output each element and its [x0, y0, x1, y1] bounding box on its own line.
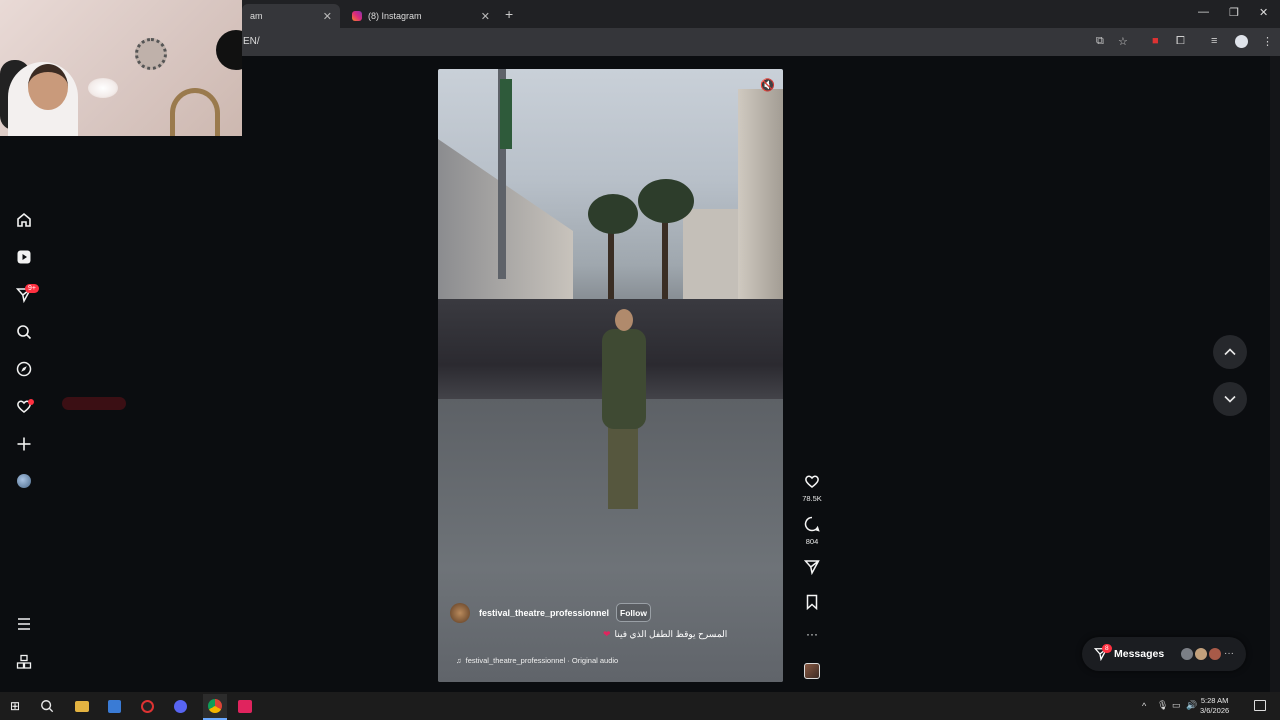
messages-label: Messages — [1114, 648, 1165, 660]
meta-apps-icon[interactable] — [14, 652, 34, 672]
tab-title: am — [250, 11, 263, 21]
conversation-avatar — [1180, 647, 1194, 661]
extensions-puzzle-icon[interactable]: ⧠ — [1176, 35, 1185, 48]
app-icon[interactable] — [141, 700, 154, 713]
search-icon[interactable] — [14, 322, 34, 342]
audio-label: festival_theatre_professionnel · Origina… — [465, 656, 619, 665]
bookmark-icon — [806, 594, 818, 611]
microphone-icon[interactable]: 🎙 — [1157, 700, 1168, 711]
notification-dot — [28, 399, 34, 405]
flag — [500, 79, 512, 149]
url-text[interactable]: EN/ — [243, 36, 260, 47]
wall-mirror — [135, 38, 167, 70]
audio-thumbnail[interactable] — [804, 663, 820, 679]
audio-link[interactable]: ♫ festival_theatre_professionnel · Origi… — [456, 656, 618, 665]
comment-count: 804 — [805, 537, 819, 546]
new-tab-button[interactable]: + — [505, 6, 513, 22]
share-button[interactable] — [801, 559, 823, 580]
profile-avatar-icon[interactable] — [1235, 35, 1248, 48]
mute-icon[interactable]: 🔇 — [760, 78, 775, 92]
man-jacket — [602, 329, 646, 429]
more-conversations-icon: ··· — [1224, 648, 1234, 659]
kebab-menu-icon[interactable]: ⋮ — [1262, 35, 1273, 48]
ceiling-light — [88, 78, 118, 98]
tab-title: (8) Instagram — [368, 11, 422, 21]
install-app-icon[interactable]: ⧉ — [1096, 35, 1104, 48]
messages-badge: 8 — [1102, 644, 1112, 653]
previous-reel-button[interactable] — [1213, 335, 1247, 369]
notification-pill — [62, 397, 126, 410]
man-legs — [608, 427, 638, 509]
chevron-up-icon — [1224, 348, 1236, 356]
reel-caption: المسرح يوقظ الطفل الذي فينا ❤ — [603, 629, 727, 640]
close-tab-icon[interactable]: ✕ — [481, 10, 490, 23]
reel-video[interactable] — [438, 69, 783, 682]
instagram-favicon-icon — [352, 11, 362, 21]
create-icon[interactable] — [14, 434, 34, 454]
author-username[interactable]: festival_theatre_professionnel — [479, 608, 609, 618]
discord-icon[interactable] — [174, 700, 187, 713]
dark-object — [216, 30, 242, 70]
chevron-down-icon — [1224, 395, 1236, 403]
volume-icon[interactable]: 🔊 — [1186, 700, 1197, 711]
next-reel-button[interactable] — [1213, 382, 1247, 416]
caption-text: المسرح يوقظ الطفل الذي فينا — [614, 629, 728, 639]
store-icon[interactable] — [108, 700, 121, 713]
palm-crown — [588, 194, 638, 234]
restore-button[interactable]: ❐ — [1229, 6, 1239, 19]
page-scrollbar[interactable] — [1270, 56, 1280, 692]
windows-start-icon[interactable]: ⊞ — [10, 699, 20, 713]
tray-chevron-icon[interactable]: ^ — [1142, 701, 1146, 711]
chrome-icon — [208, 699, 222, 713]
windows-taskbar — [0, 692, 1280, 720]
heart-icon — [805, 475, 819, 488]
taskbar-search-icon[interactable] — [40, 699, 54, 716]
bookmark-star-icon[interactable]: ☆ — [1118, 35, 1128, 48]
like-count: 78.5K — [802, 494, 822, 503]
system-clock[interactable]: 5:28 AM 3/6/2026 — [1200, 696, 1229, 716]
reels-icon[interactable] — [14, 247, 34, 267]
app-red-icon[interactable] — [238, 700, 252, 713]
minimize-button[interactable]: — — [1198, 6, 1209, 18]
comment-button[interactable]: 804 — [801, 516, 823, 546]
network-icon[interactable]: ▭ — [1172, 700, 1181, 711]
save-button[interactable] — [801, 594, 823, 615]
file-explorer-icon[interactable] — [75, 701, 89, 712]
more-options-icon[interactable]: ··· — [801, 627, 823, 641]
extension-icon[interactable]: ■ — [1152, 35, 1159, 47]
conversation-avatar — [1208, 647, 1222, 661]
browser-tab-instagram[interactable]: (8) Instagram ✕ — [344, 4, 498, 28]
more-icon[interactable] — [14, 614, 34, 634]
conversation-avatar — [1194, 647, 1208, 661]
chrome-taskbar-active[interactable] — [203, 694, 227, 720]
notification-center-icon[interactable] — [1254, 700, 1266, 711]
home-icon[interactable] — [14, 210, 34, 230]
clock-date: 3/6/2026 — [1200, 706, 1230, 715]
share-icon — [803, 560, 820, 576]
browser-tab[interactable]: am ✕ — [242, 4, 340, 28]
explore-icon[interactable] — [14, 359, 34, 379]
palm-crown — [638, 179, 694, 223]
clock-time: 5:28 AM — [1200, 696, 1229, 705]
direct-badge: 9+ — [25, 284, 39, 293]
close-tab-icon[interactable]: ✕ — [323, 10, 332, 23]
streamer-head — [28, 64, 68, 110]
man-head — [615, 309, 633, 331]
profile-avatar[interactable] — [17, 474, 31, 488]
author-avatar[interactable] — [450, 603, 470, 623]
comment-icon — [804, 516, 820, 532]
man-in-jacket — [600, 309, 648, 509]
like-button[interactable]: 78.5K — [801, 473, 823, 503]
music-note-icon: ♫ — [456, 656, 462, 665]
media-controls-icon[interactable]: ≡ — [1211, 35, 1217, 47]
chair-back — [170, 88, 220, 136]
webcam-overlay — [0, 0, 242, 136]
close-window-button[interactable]: ✕ — [1259, 6, 1268, 19]
caption-heart-emoji: ❤ — [603, 629, 611, 639]
follow-button[interactable]: Follow — [616, 603, 651, 622]
